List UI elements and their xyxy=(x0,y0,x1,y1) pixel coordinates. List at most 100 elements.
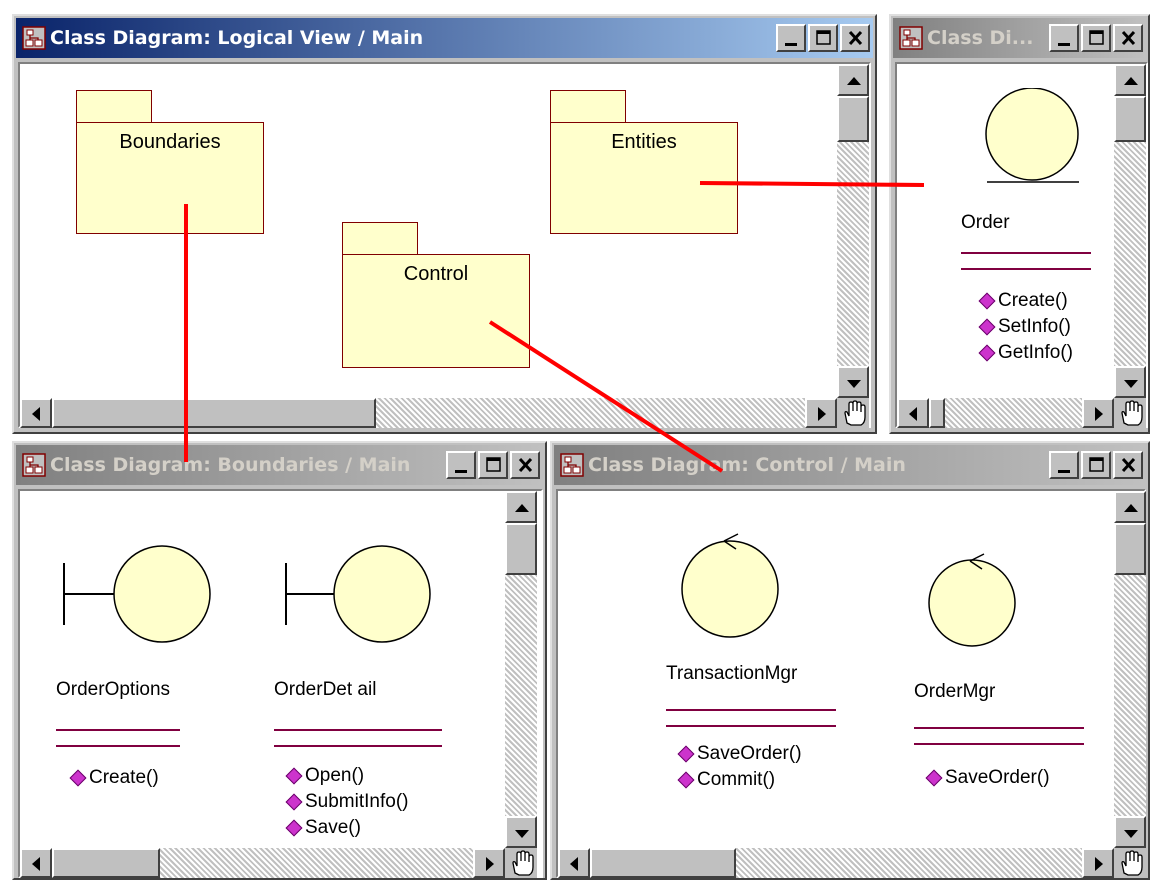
operation: Open() xyxy=(285,765,364,787)
scroll-left-button[interactable] xyxy=(558,848,590,878)
window-title: Class Diagram: Logical View / Main xyxy=(50,27,424,49)
scroll-up-button[interactable] xyxy=(1114,64,1146,96)
attribute-separator xyxy=(914,727,1084,729)
package-body: Entities xyxy=(550,122,738,234)
diagram-canvas[interactable]: OrderOptions Create() OrderDet ail Open(… xyxy=(18,489,543,878)
scroll-up-button[interactable] xyxy=(505,491,537,523)
window-entities[interactable]: Class Di... Order Create() SetInfo() Get… xyxy=(889,14,1150,434)
close-icon xyxy=(518,457,533,473)
operation-diamond-icon xyxy=(285,819,303,837)
operation: GetInfo() xyxy=(978,342,1073,364)
package-name: Entities xyxy=(611,131,677,153)
window-title: Class Diagram: Boundaries / Main xyxy=(50,454,411,476)
arrow-up-icon xyxy=(1124,504,1138,512)
diagram-canvas[interactable]: Boundaries Entities Control xyxy=(18,62,871,428)
close-icon xyxy=(1121,457,1136,473)
scroll-down-button[interactable] xyxy=(1114,366,1146,398)
maximize-button[interactable] xyxy=(808,24,838,52)
pan-corner[interactable] xyxy=(505,848,537,878)
attribute-separator xyxy=(961,252,1091,254)
scroll-thumb[interactable] xyxy=(590,848,736,878)
attribute-separator xyxy=(56,729,180,731)
arrow-up-icon xyxy=(515,504,529,512)
horizontal-scrollbar[interactable] xyxy=(897,398,1114,428)
vertical-scrollbar[interactable] xyxy=(505,491,537,848)
arrow-left-icon xyxy=(32,857,40,871)
window-control[interactable]: Class Diagram: Control / Main Transactio… xyxy=(550,441,1150,880)
package-body: Boundaries xyxy=(76,122,264,234)
vertical-scrollbar[interactable] xyxy=(1114,64,1146,398)
close-button[interactable] xyxy=(1113,24,1143,52)
maximize-button[interactable] xyxy=(478,451,508,479)
title-bar[interactable]: Class Diagram: Boundaries / Main xyxy=(16,445,543,485)
class-name: OrderDet ail xyxy=(274,679,377,700)
arrow-right-icon xyxy=(486,857,494,871)
scroll-right-button[interactable] xyxy=(1082,398,1114,428)
operation-diamond-icon xyxy=(285,793,303,811)
minimize-icon xyxy=(1058,43,1070,46)
vertical-scrollbar[interactable] xyxy=(837,64,869,398)
minimize-button[interactable] xyxy=(1049,24,1079,52)
minimize-button[interactable] xyxy=(1049,451,1079,479)
operation-diamond-icon xyxy=(978,318,996,336)
diagram-canvas[interactable]: Order Create() SetInfo() GetInfo() xyxy=(895,62,1148,428)
arrow-left-icon xyxy=(32,407,40,421)
scroll-thumb[interactable] xyxy=(929,398,945,428)
minimize-icon xyxy=(785,43,797,46)
horizontal-scrollbar[interactable] xyxy=(20,848,505,878)
pan-corner[interactable] xyxy=(837,398,869,428)
maximize-button[interactable] xyxy=(1081,451,1111,479)
close-button[interactable] xyxy=(840,24,870,52)
pan-corner[interactable] xyxy=(1114,848,1146,878)
class-name: TransactionMgr xyxy=(666,663,798,684)
scroll-left-button[interactable] xyxy=(20,398,52,428)
scroll-right-button[interactable] xyxy=(1082,848,1114,878)
title-bar[interactable]: Class Diagram: Logical View / Main xyxy=(16,18,873,58)
operation: SaveOrder() xyxy=(677,743,802,765)
operation-diamond-icon xyxy=(677,745,695,763)
scroll-up-button[interactable] xyxy=(837,64,869,96)
operation-diamond-icon xyxy=(978,344,996,362)
pan-corner[interactable] xyxy=(1114,398,1146,428)
scroll-thumb[interactable] xyxy=(52,848,160,878)
operation-diamond-icon xyxy=(978,292,996,310)
entity-icon xyxy=(985,88,1079,183)
minimize-button[interactable] xyxy=(446,451,476,479)
close-button[interactable] xyxy=(1113,451,1143,479)
scroll-thumb[interactable] xyxy=(505,523,537,575)
scroll-right-button[interactable] xyxy=(805,398,837,428)
window-logical-view[interactable]: Class Diagram: Logical View / Main Bound… xyxy=(12,14,877,434)
title-bar[interactable]: Class Diagram: Control / Main xyxy=(554,445,1146,485)
scroll-thumb[interactable] xyxy=(1114,523,1146,575)
title-bar[interactable]: Class Di... xyxy=(893,18,1146,58)
scroll-thumb[interactable] xyxy=(52,398,376,428)
scroll-thumb[interactable] xyxy=(837,96,869,142)
scroll-up-button[interactable] xyxy=(1114,491,1146,523)
scroll-down-button[interactable] xyxy=(1114,816,1146,848)
window-boundaries[interactable]: Class Diagram: Boundaries / Main OrderOp… xyxy=(12,441,547,880)
scroll-right-button[interactable] xyxy=(473,848,505,878)
minimize-button[interactable] xyxy=(776,24,806,52)
horizontal-scrollbar[interactable] xyxy=(558,848,1114,878)
close-icon xyxy=(1121,30,1136,46)
operation-separator xyxy=(56,745,180,747)
scroll-down-button[interactable] xyxy=(505,816,537,848)
diagram-canvas[interactable]: TransactionMgr SaveOrder() Commit() Orde… xyxy=(556,489,1146,878)
package-tab xyxy=(342,222,418,256)
arrow-down-icon xyxy=(1124,830,1138,838)
maximize-button[interactable] xyxy=(1081,24,1111,52)
close-button[interactable] xyxy=(510,451,540,479)
horizontal-scrollbar[interactable] xyxy=(20,398,837,428)
operation-diamond-icon xyxy=(69,769,87,787)
arrow-right-icon xyxy=(1095,857,1103,871)
scroll-down-button[interactable] xyxy=(837,366,869,398)
arrow-left-icon xyxy=(909,407,917,421)
scroll-left-button[interactable] xyxy=(897,398,929,428)
scroll-thumb[interactable] xyxy=(1114,96,1146,142)
vertical-scrollbar[interactable] xyxy=(1114,491,1146,848)
attribute-separator xyxy=(666,709,836,711)
boundary-icon xyxy=(63,545,211,643)
class-diagram-icon xyxy=(560,453,584,477)
operation: Create() xyxy=(978,290,1068,312)
scroll-left-button[interactable] xyxy=(20,848,52,878)
